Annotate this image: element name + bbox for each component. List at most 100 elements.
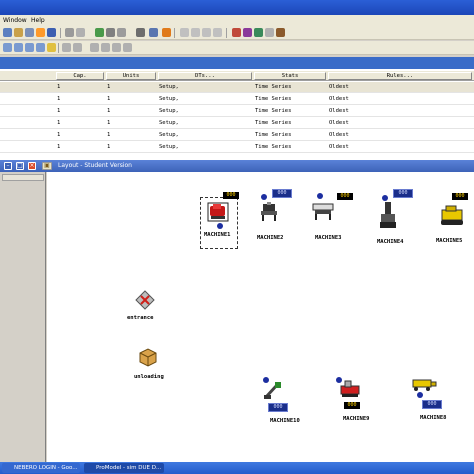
locations-icon[interactable] [3, 43, 12, 52]
entities-icon[interactable] [14, 43, 23, 52]
machine4-icon[interactable] [379, 202, 397, 230]
cell-rules: Oldest [329, 120, 349, 126]
tool-a-icon[interactable] [180, 28, 189, 37]
cell-stats: Time Series [255, 132, 292, 138]
graphics-icon[interactable] [65, 28, 74, 37]
model-icon[interactable] [36, 28, 45, 37]
machine9-icon[interactable] [339, 378, 361, 398]
layout-window-title[interactable]: – □ × ▣ Layout - Student Version [0, 160, 474, 172]
shifts-icon[interactable] [73, 43, 82, 52]
stats-icon[interactable] [162, 28, 171, 37]
layout-window-label: Layout - Student Version [58, 162, 132, 169]
tool-b-icon[interactable] [191, 28, 200, 37]
cell-dts: Setup, [159, 96, 179, 102]
close-icon[interactable]: × [28, 162, 36, 170]
separator [226, 28, 227, 38]
cell-cap: 1 [57, 120, 61, 126]
table-row[interactable]: 1 1 Setup, Time Series Oldest [0, 142, 474, 153]
layout-canvas[interactable]: 000 MACHINE1 000 MACHINE2 000 MACHINE3 0… [47, 172, 474, 462]
entrance-label: entrance [127, 315, 154, 321]
separator [60, 28, 61, 38]
machine3-queue-dot [317, 193, 323, 199]
variables-icon[interactable] [90, 43, 99, 52]
cell-rules: Oldest [329, 144, 349, 150]
step-icon[interactable] [106, 28, 115, 37]
col-units[interactable]: Units [106, 72, 156, 80]
locations-table: Cap. Units DTs... Stats Rules... 1 1 Set… [0, 69, 474, 160]
machine1-selection[interactable]: 000 MACHINE1 [200, 192, 239, 249]
cell-cap: 1 [57, 108, 61, 114]
table-row[interactable]: 1 1 Setup, Time Series Oldest [0, 82, 474, 93]
table-row[interactable]: 1 1 Setup, Time Series Oldest [0, 94, 474, 105]
open-icon[interactable] [14, 28, 23, 37]
app-title-bar[interactable] [0, 0, 474, 15]
processing-icon[interactable] [47, 43, 56, 52]
attributes-icon[interactable] [101, 43, 110, 52]
view-icon[interactable] [136, 28, 145, 37]
machine10-queue: 000 [268, 403, 288, 412]
machine8-label: MACHINE8 [420, 415, 447, 421]
machine2-queue: 000 [272, 189, 292, 198]
tool-f-icon[interactable] [243, 28, 252, 37]
col-stats[interactable]: Stats [254, 72, 326, 80]
cell-units: 1 [107, 132, 111, 138]
tool-i-icon[interactable] [276, 28, 285, 37]
arrays-icon[interactable] [112, 43, 121, 52]
machine1-counter: 000 [223, 192, 239, 199]
layout-window-icon: ▣ [42, 162, 52, 170]
machine4-label: MACHINE4 [377, 239, 404, 245]
col-dts[interactable]: DTs... [158, 72, 252, 80]
info-icon[interactable] [47, 28, 56, 37]
unloading-label: unloading [134, 374, 164, 380]
col-cap[interactable]: Cap. [56, 72, 104, 80]
machine2-icon[interactable] [259, 202, 281, 222]
machine8-queue: 000 [422, 400, 442, 409]
cell-stats: Time Series [255, 108, 292, 114]
menu-window[interactable]: Window [3, 17, 27, 24]
left-panel-header[interactable] [2, 174, 44, 181]
macros-icon[interactable] [123, 43, 132, 52]
table-row[interactable]: 1 1 Setup, Time Series Oldest [0, 106, 474, 117]
tool-g-icon[interactable] [254, 28, 263, 37]
col-rules[interactable]: Rules... [328, 72, 472, 80]
tool-h-icon[interactable] [265, 28, 274, 37]
cell-cap: 1 [57, 132, 61, 138]
tool-c-icon[interactable] [202, 28, 211, 37]
promodel-screen: Window Help Cap. Units DTs... Stats Rule… [0, 0, 474, 474]
cell-cap: 1 [57, 96, 61, 102]
machine10-label: MACHINE10 [270, 418, 300, 424]
save-icon[interactable] [25, 28, 34, 37]
arrivals-icon[interactable] [62, 43, 71, 52]
separator [58, 43, 59, 53]
taskbar: NEBERO LOGIN - Goo... ProModel - sim DUE… [0, 462, 474, 474]
window-icon[interactable] [149, 28, 158, 37]
tool-e-icon[interactable] [232, 28, 241, 37]
taskbar-item-promodel[interactable]: ProModel - sim DUE D... [84, 463, 164, 473]
cell-rules: Oldest [329, 96, 349, 102]
tool-d-icon[interactable] [213, 28, 222, 37]
machine4-queue-dot [382, 195, 388, 201]
resources-icon[interactable] [36, 43, 45, 52]
machine8-icon[interactable] [411, 377, 437, 391]
machine1-label: MACHINE1 [204, 232, 231, 238]
minimize-icon[interactable]: – [4, 162, 12, 170]
new-icon[interactable] [3, 28, 12, 37]
machine3-icon[interactable] [311, 202, 335, 220]
standard-toolbar [0, 26, 474, 40]
table-row[interactable]: 1 1 Setup, Time Series Oldest [0, 130, 474, 141]
options-icon[interactable] [117, 28, 126, 37]
table-row[interactable]: 1 1 Setup, Time Series Oldest [0, 118, 474, 129]
machine9-counter: 000 [344, 402, 360, 409]
edit-icon[interactable] [76, 28, 85, 37]
run-icon[interactable] [95, 28, 104, 37]
grid-title-bar[interactable] [0, 57, 474, 69]
taskbar-item-browser[interactable]: NEBERO LOGIN - Goo... [2, 463, 80, 473]
unloading-icon[interactable] [138, 347, 158, 367]
restore-icon[interactable]: □ [16, 162, 24, 170]
entrance-icon[interactable] [135, 290, 155, 310]
path-networks-icon[interactable] [25, 43, 34, 52]
machine5-icon[interactable] [440, 204, 464, 226]
menu-help[interactable]: Help [31, 17, 45, 24]
machine10-icon[interactable] [263, 380, 283, 400]
cell-units: 1 [107, 96, 111, 102]
